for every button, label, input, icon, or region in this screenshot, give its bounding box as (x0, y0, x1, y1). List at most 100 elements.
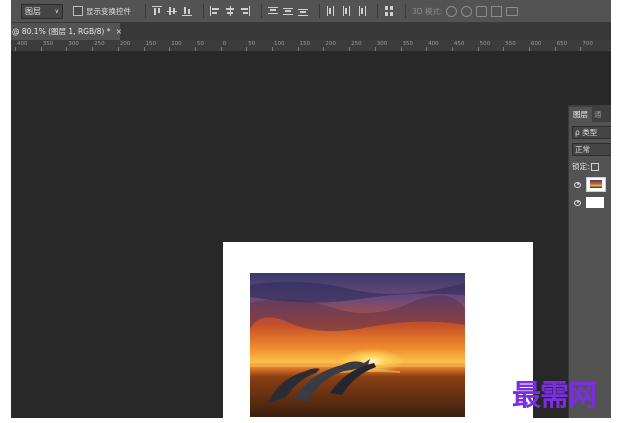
thumbnail-image (590, 180, 602, 188)
separator (145, 4, 146, 18)
ruler-tick (169, 47, 171, 51)
ruler-tick (117, 47, 119, 51)
ruler-tick (92, 47, 94, 51)
ruler-label: 550 (505, 41, 516, 47)
lock-transparent-pixels-icon[interactable] (590, 162, 599, 171)
filter-kind-label: ρ 类型 (575, 128, 598, 137)
distribute-vertical-centers-icon[interactable] (283, 6, 293, 16)
3d-mode-label: 3D 模式: (412, 6, 443, 16)
ruler-tick (554, 47, 556, 51)
3d-pan-icon[interactable] (476, 5, 488, 17)
ruler-label: 50 (196, 41, 204, 47)
lock-row: 锁定: (572, 161, 599, 172)
blend-mode-dropdown[interactable]: 正常 (572, 143, 611, 156)
ruler-label: 650 (556, 41, 568, 47)
ruler-label: 100 (171, 41, 182, 47)
watermark-logo: 最需网 (512, 378, 597, 412)
photoshop-window: 图层 ∨ 显示变换控件 3D 模式: @ 80.1% (图层 1, RGB/8)… (11, 0, 611, 418)
ruler-tick (297, 47, 299, 51)
separator (261, 4, 262, 18)
ruler-label: 250 (94, 41, 105, 47)
ruler-label: 450 (453, 41, 465, 47)
ruler-label: 50 (248, 41, 256, 47)
3d-rotate-icon[interactable] (446, 5, 458, 17)
ruler-label: 600 (531, 41, 542, 47)
filter-kind-row[interactable]: ρ 类型 (572, 126, 611, 139)
distribute-right-edges-icon[interactable] (356, 6, 366, 16)
align-bottom-edges-icon[interactable] (182, 6, 192, 16)
sunset-dolphins-image-layer[interactable] (250, 273, 465, 417)
separator (405, 4, 406, 18)
tab-layers[interactable]: 图层 (569, 107, 592, 122)
ruler-tick (451, 47, 453, 51)
ruler-label: 400 (428, 41, 439, 47)
ruler-tick (40, 47, 42, 51)
sunset-dolphins-photo (250, 273, 465, 417)
blend-mode-row[interactable]: 正常 (572, 143, 611, 156)
ruler-label: 250 (351, 41, 362, 47)
show-transform-checkbox[interactable] (73, 6, 83, 16)
blend-mode-value: 正常 (575, 145, 590, 154)
ruler-tick (400, 47, 402, 51)
eye-icon[interactable] (574, 199, 581, 206)
document-tab[interactable]: @ 80.1% (图层 1, RGB/8) * × (11, 23, 122, 40)
distribute-left-edges-icon[interactable] (326, 6, 336, 16)
align-left-edges-icon[interactable] (210, 6, 220, 16)
document-canvas[interactable] (223, 242, 533, 418)
ruler-tick (349, 47, 351, 51)
ruler-label: 500 (479, 41, 491, 47)
eye-icon[interactable] (574, 181, 581, 188)
close-icon[interactable]: × (115, 27, 122, 36)
3d-roll-icon[interactable] (461, 5, 473, 17)
ruler-label: 150 (299, 41, 311, 47)
ruler-label: 200 (119, 41, 131, 47)
ruler-label: 350 (42, 41, 54, 47)
ruler-tick (143, 47, 145, 51)
ruler-tick (66, 47, 68, 51)
lock-label: 锁定: (572, 162, 590, 171)
ruler-tick (426, 47, 428, 51)
separator (203, 4, 204, 18)
align-horizontal-centers-icon[interactable] (225, 6, 235, 16)
ruler-label: 200 (325, 41, 336, 47)
separator (377, 4, 378, 18)
document-tab-title: @ 80.1% (图层 1, RGB/8) * (12, 27, 111, 36)
ruler-tick (194, 47, 196, 51)
distribute-horizontal-centers-icon[interactable] (341, 6, 351, 16)
ruler-tick (503, 47, 505, 51)
layer-select-value: 图层 (25, 6, 41, 16)
auto-align-layers-icon[interactable] (384, 6, 394, 16)
layer-thumbnail (586, 177, 606, 192)
distribute-bottom-edges-icon[interactable] (298, 6, 308, 16)
filter-kind-dropdown[interactable]: ρ 类型 (572, 126, 611, 139)
ruler-tick (529, 47, 530, 51)
layer-select-dropdown[interactable]: 图层 ∨ (21, 3, 63, 19)
ruler-tick (272, 47, 273, 51)
distribute-top-edges-icon[interactable] (268, 6, 278, 16)
ruler-label: 0 (222, 41, 227, 47)
layer-thumbnail-white (586, 197, 604, 208)
chevron-down-icon: ∨ (54, 7, 59, 15)
3d-slide-icon[interactable] (491, 5, 503, 17)
ruler-tick (15, 47, 16, 51)
align-vertical-centers-icon[interactable] (167, 6, 177, 16)
ruler-label: 350 (402, 41, 414, 47)
ruler-label: 700 (582, 41, 593, 47)
tab-channels[interactable]: 通 (592, 107, 604, 122)
align-top-edges-icon[interactable] (152, 6, 162, 16)
3d-scale-icon[interactable] (506, 6, 519, 16)
ruler-tick (246, 47, 248, 51)
layer-row-background[interactable] (574, 197, 604, 208)
show-transform-label: 显示变换控件 (86, 6, 131, 16)
ruler-label: 150 (145, 41, 157, 47)
horizontal-ruler: 400 350 300 250 200 150 100 50 0 50 100 150 200 250 30… (11, 40, 611, 52)
canvas-workspace[interactable] (11, 52, 611, 418)
panel-tab-bar: 图层 通 (569, 105, 611, 122)
ruler-label: 400 (17, 41, 28, 47)
ruler-tick (580, 47, 582, 51)
ruler-label: 300 (376, 41, 388, 47)
document-tab-bar: @ 80.1% (图层 1, RGB/8) * × (11, 23, 611, 40)
align-right-edges-icon[interactable] (240, 6, 250, 16)
layer-row-image[interactable] (574, 177, 606, 192)
options-bar: 图层 ∨ 显示变换控件 3D 模式: (11, 0, 611, 23)
